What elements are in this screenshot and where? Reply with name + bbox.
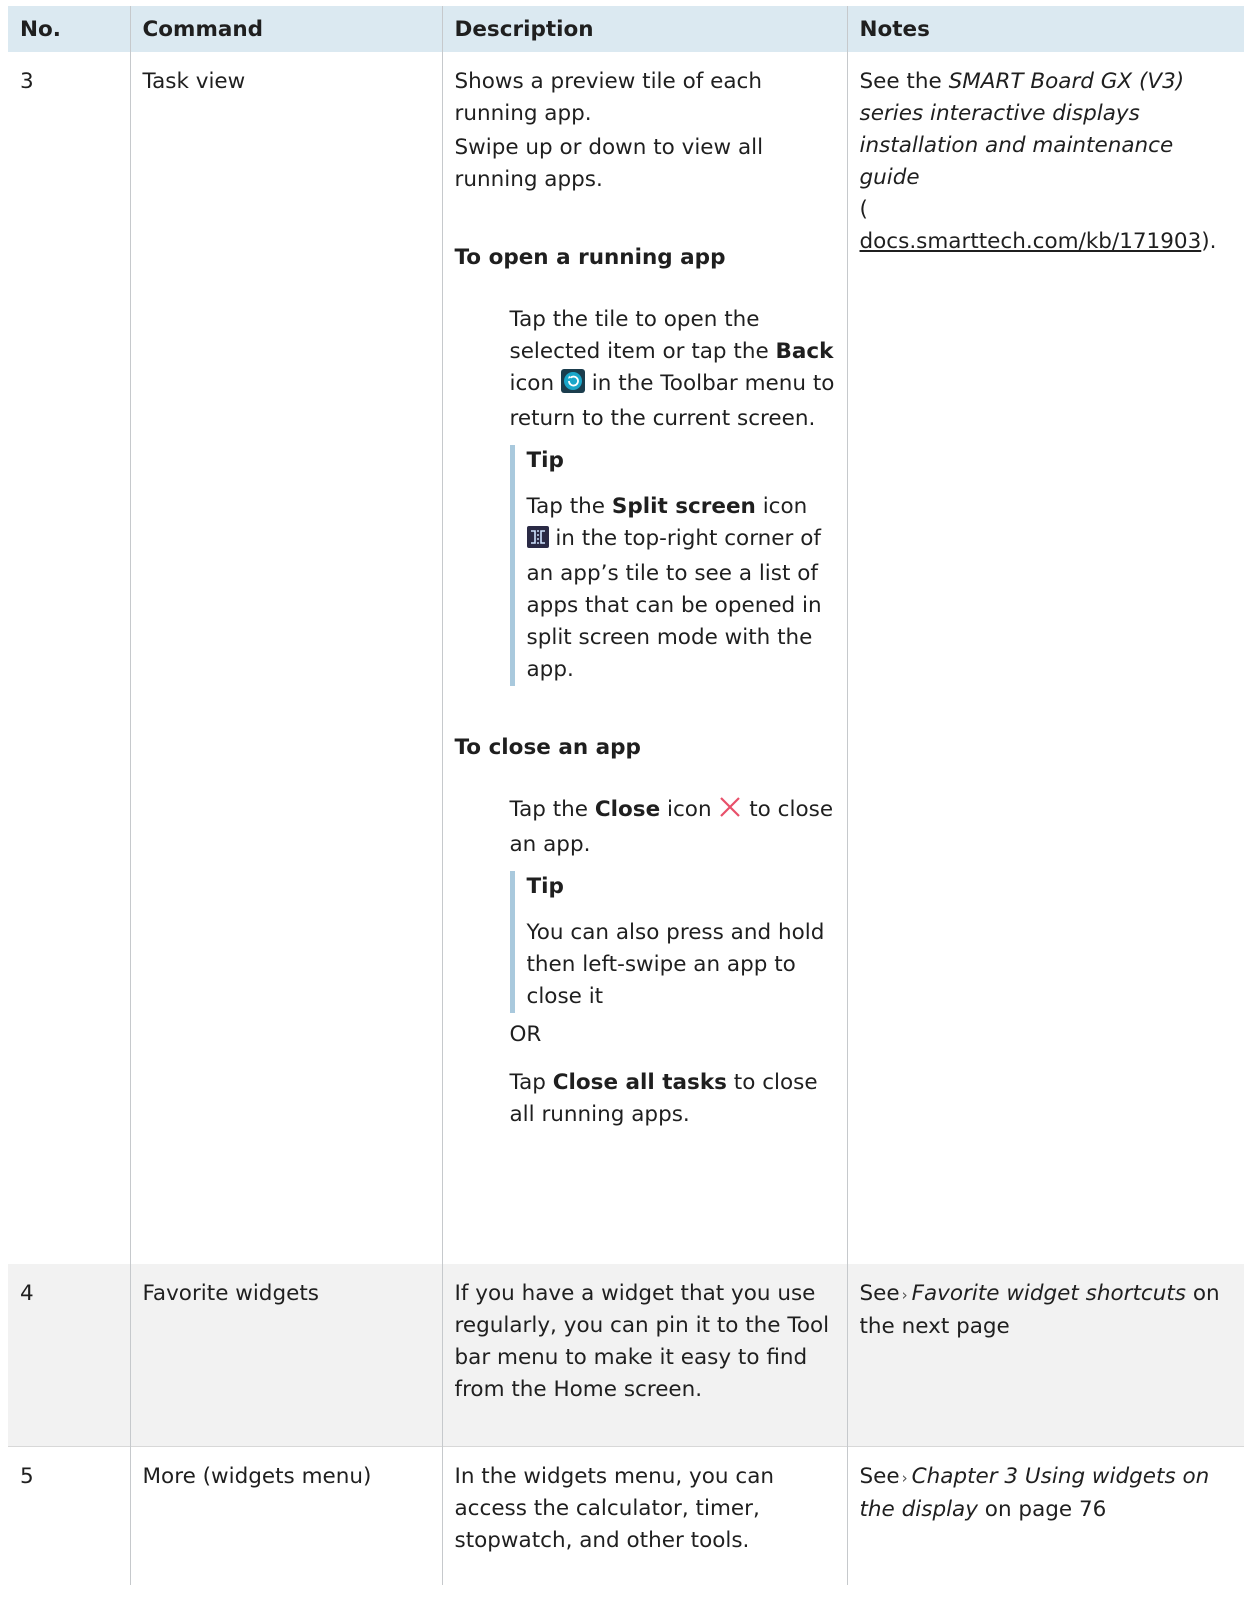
tip-text: You can also press and hold then left-sw… (526, 920, 825, 1009)
row4-notes: See › Favorite widget shortcuts on the nex… (846, 1264, 1244, 1447)
close-app-step: Tap the Close icon to close an app. (509, 795, 834, 857)
notes-text: See the SMART Board GX (V3) series inter… (859, 69, 1217, 254)
table-header-row: No. Command Description Notes (8, 6, 1244, 52)
row3-notes: See the SMART Board GX (V3) series inter… (846, 52, 1244, 1264)
tip-callout: Tip Tap the Split screen icon in the top… (509, 445, 835, 686)
open-app-step: Tap the tile to open the selected item o… (509, 307, 835, 431)
favorite-widget-link[interactable]: Favorite widget shortcuts (912, 1281, 1186, 1306)
header-command: Command (129, 6, 442, 52)
split-screen-label: Split screen (611, 494, 756, 519)
desc-paragraph: Swipe up or down to view all running app… (454, 135, 764, 192)
tip-text: Tap the Split screen icon in the top-rig… (526, 494, 822, 682)
tip-title: Tip (526, 448, 564, 473)
close-all-label: Close all tasks (552, 1070, 727, 1095)
kb-link[interactable]: docs.smarttech.com/kb/171903 (860, 229, 1202, 254)
back-label: Back (775, 339, 834, 364)
chevron-right-icon: › (901, 1469, 908, 1487)
open-app-heading: To open a running app (454, 245, 726, 270)
close-label: Close (594, 797, 661, 822)
split-screen-icon (526, 526, 549, 558)
row3-no: 3 (20, 69, 34, 94)
table-row: 3 Task view Shows a preview tile of each… (8, 52, 1244, 1264)
row3-command: Task view (129, 52, 442, 1264)
row4-no: 4 (8, 1264, 130, 1447)
open-app-steps: Tap the tile to open the selected item o… (509, 304, 835, 686)
close-app-steps: Tap the Close icon to close an app. Tip … (509, 794, 835, 1131)
header-no: No. (8, 6, 130, 52)
desc-paragraph: Shows a preview tile of each running app… (454, 69, 763, 126)
close-all-step: Tap Close all tasks to close all running… (509, 1070, 818, 1127)
row5-no: 5 (8, 1446, 130, 1585)
close-app-heading: To close an app (454, 735, 641, 760)
tip-callout: Tip You can also press and hold then lef… (509, 871, 835, 1013)
back-icon (560, 369, 585, 403)
table-row: 5 More (widgets menu) In the widgets men… (8, 1446, 1244, 1585)
table-row: 4 Favorite widgets If you have a widget … (8, 1264, 1244, 1447)
header-notes: Notes (846, 6, 1244, 52)
row3-description: Shows a preview tile of each running app… (441, 52, 847, 1264)
close-icon (718, 795, 742, 829)
row4-description: If you have a widget that you use regula… (441, 1264, 847, 1447)
row5-notes: See › Chapter 3 Using widgets on the displ… (846, 1446, 1244, 1585)
tip-title: Tip (526, 874, 564, 899)
chevron-right-icon: › (901, 1286, 908, 1304)
header-description: Description (441, 6, 847, 52)
row5-command: More (widgets menu) (129, 1446, 442, 1585)
row4-command: Favorite widgets (129, 1264, 442, 1447)
or-separator: OR (509, 1022, 542, 1047)
commands-table: No. Command Description Notes 3 Task vie… (8, 6, 1244, 1585)
row5-description: In the widgets menu, you can access the … (441, 1446, 847, 1585)
